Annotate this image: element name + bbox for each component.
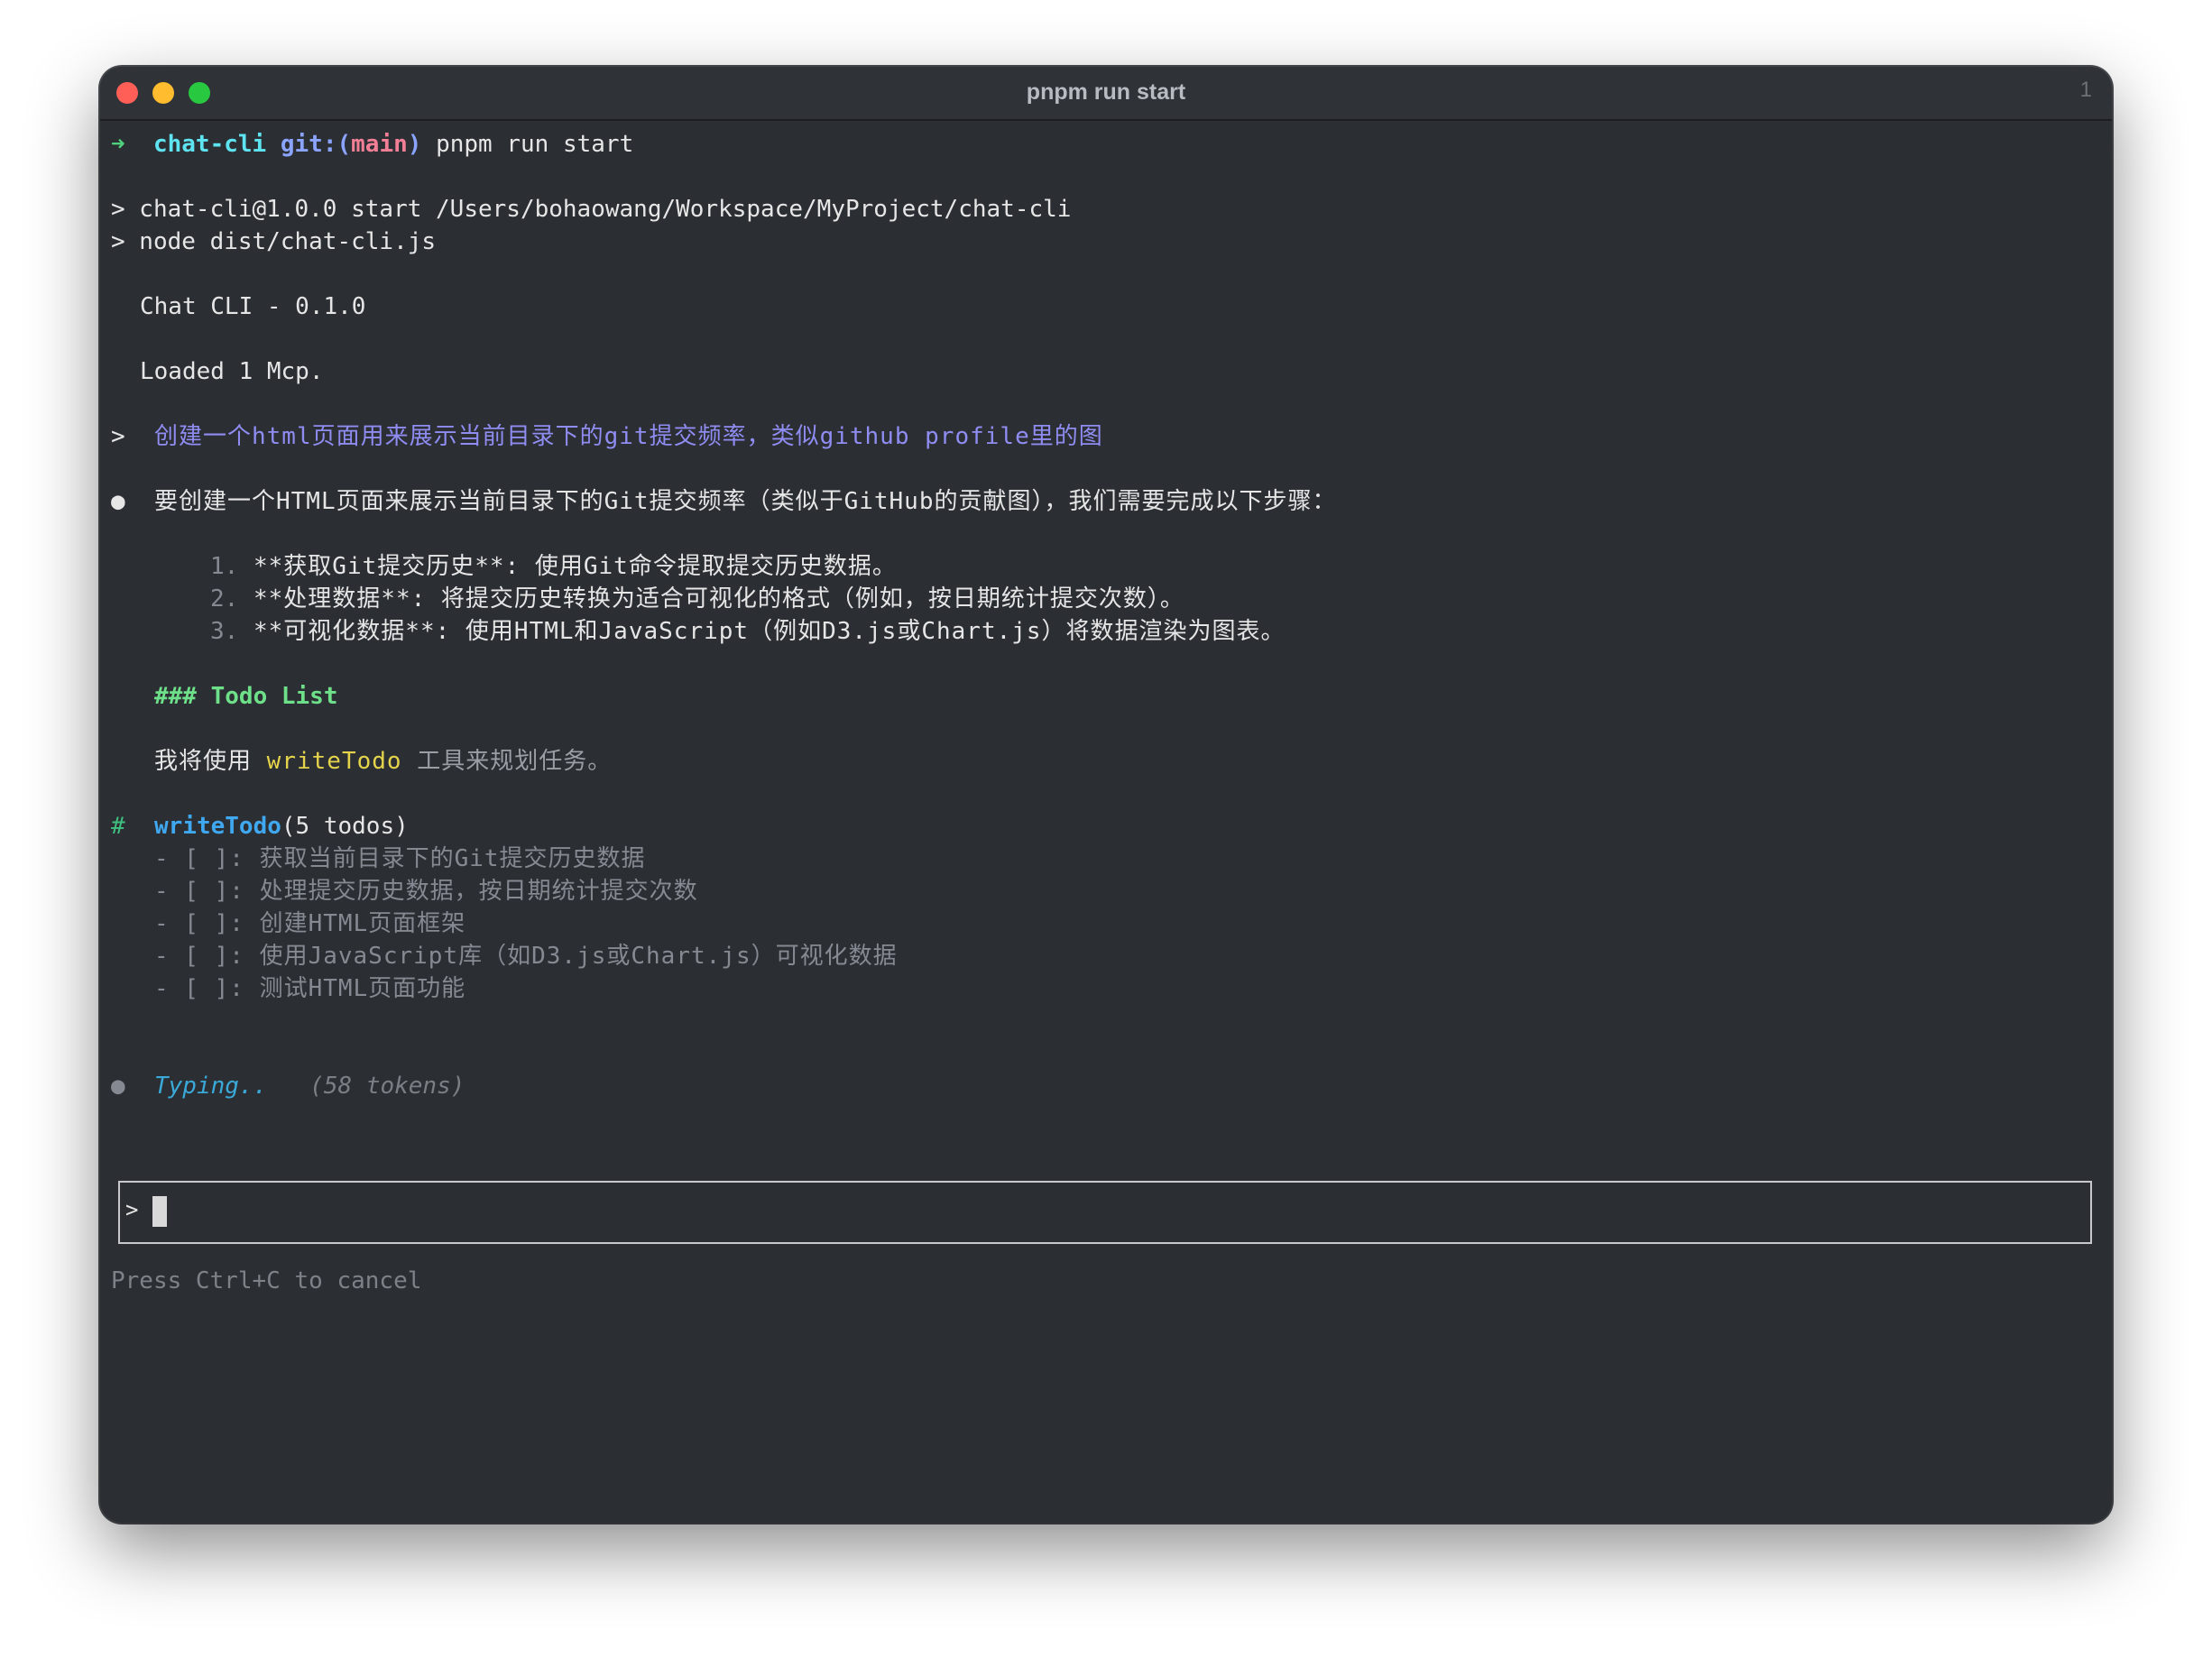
assistant-intro: 要创建一个HTML页面来展示当前目录下的Git提交频率（类似于GitHub的贡献… [154,488,1337,515]
script-line-1: > chat-cli@1.0.0 start /Users/bohaowang/… [111,196,1072,223]
git-branch: main [351,131,408,158]
tool-sentence: 我将使用 writeTodo 工具来规划任务。 [154,745,612,778]
status-bullet-icon: ● [111,1073,125,1100]
git-label: git:( [280,131,352,158]
typing-status: Typing.. (58 tokens) [154,1070,465,1102]
step-text: **可视化数据**: 使用HTML和JavaScript（例如D3.js或Cha… [253,618,1286,645]
user-message-marker: > [111,423,125,450]
step-text: **获取Git提交历史**: 使用Git命令提取提交历史数据。 [253,553,897,580]
step-number: 1. [210,553,239,580]
tool-call-name: writeTodo [154,813,281,840]
mcp-loaded-status: Loaded 1 Mcp. [140,358,324,385]
tool-sentence-prefix: 我将使用 [154,748,253,775]
git-label-close: ) [407,131,422,158]
chat-input[interactable]: > [118,1181,2092,1244]
tool-sentence-tool: writeTodo [266,748,402,775]
tab-count: 1 [2079,78,2092,102]
prompt-directory: chat-cli [152,131,267,158]
todo-item: - [ ]: 获取当前目录下的Git提交历史数据 [154,845,646,872]
assistant-bullet-icon: ● [111,488,125,515]
window-title: pnpm run start [1026,79,1186,105]
tool-call-args: (5 todos) [281,813,409,840]
step-number: 2. [210,585,239,613]
tool-call-header: writeTodo(5 todos) [154,810,409,843]
cancel-hint: Press Ctrl+C to cancel [111,1267,422,1294]
input-prompt: > [125,1197,139,1222]
shell-prompt-line: ➜ chat-cli git:(main) pnpm run start [111,128,633,161]
todo-item: - [ ]: 测试HTML页面功能 [154,975,466,1002]
app-banner: Chat CLI - 0.1.0 [140,293,366,320]
text-cursor [152,1196,167,1227]
tool-call-marker: # [111,813,125,840]
step-number: 3. [210,618,239,645]
prompt-arrow-icon: ➜ [111,131,125,158]
typing-indicator: Typing.. [154,1073,268,1100]
tool-sentence-suffix: 工具来规划任务。 [417,748,613,775]
todo-item: - [ ]: 创建HTML页面框架 [154,910,466,937]
token-count: (58 tokens) [309,1073,465,1100]
shell-command: pnpm run start [436,131,634,158]
step-text: **处理数据**: 将提交历史转换为适合可视化的格式（例如，按日期统计提交次数）… [253,585,1184,613]
todo-item: - [ ]: 处理提交历史数据，按日期统计提交次数 [154,878,698,905]
todo-list-heading: ### Todo List [154,683,338,710]
script-line-2: > node dist/chat-cli.js [111,228,437,255]
user-message: 创建一个html页面用来展示当前目录下的git提交频率，类似github pro… [154,423,1103,450]
title-bar: pnpm run start 1 [100,67,2112,121]
todo-item: - [ ]: 使用JavaScript库（如D3.js或Chart.js）可视化… [154,943,898,970]
terminal-window: pnpm run start 1 ➜ chat-cli git:(main) p… [100,67,2112,1523]
